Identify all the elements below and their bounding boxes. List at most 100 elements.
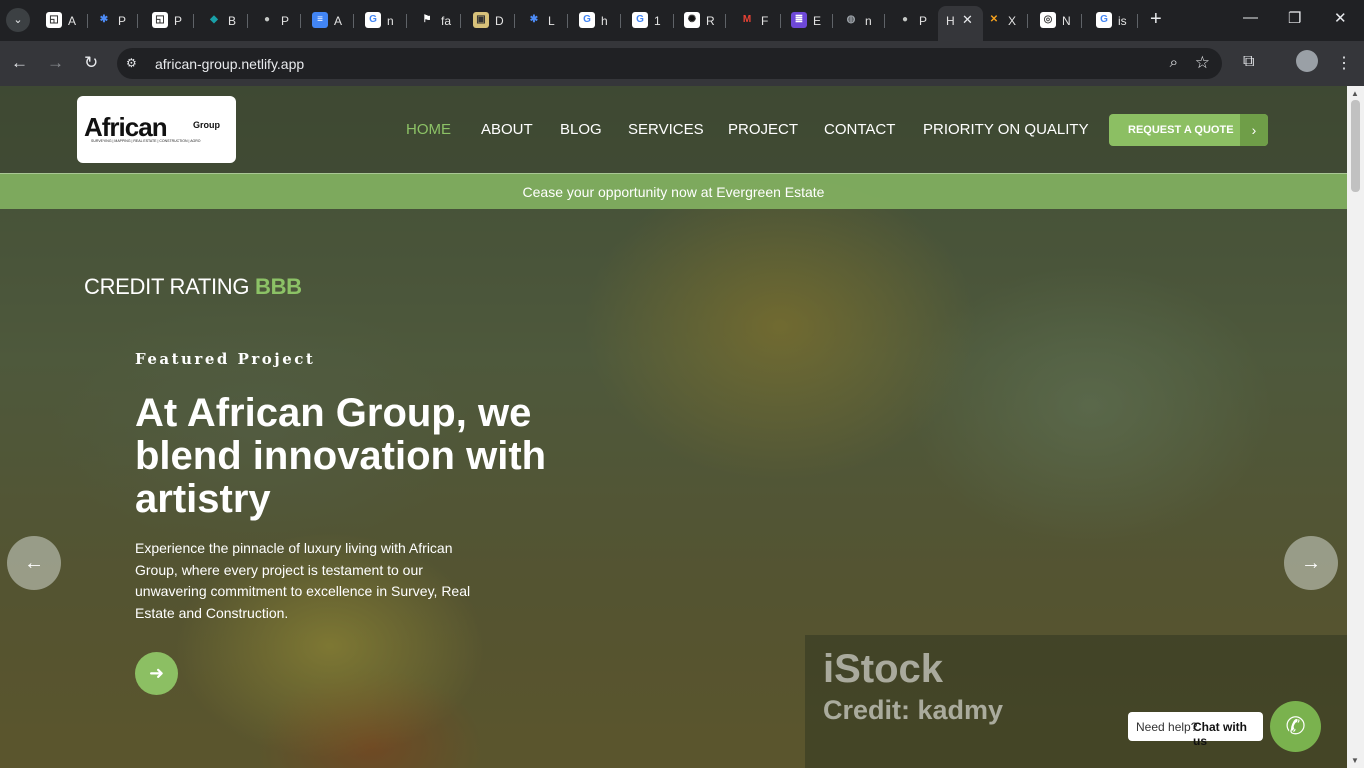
- tab-title: E: [813, 14, 822, 28]
- browser-tab[interactable]: Gh: [571, 6, 621, 35]
- whatsapp-icon[interactable]: ✆: [1270, 701, 1321, 752]
- promo-text[interactable]: Cease your opportunity now at Evergreen …: [0, 184, 1347, 200]
- reload-button[interactable]: ↻: [84, 53, 98, 73]
- browser-toolbar: ← → ↻ ⚙ african-group.netlify.app ⌕ ☆ ⧉ …: [0, 41, 1364, 86]
- browser-tab[interactable]: H ✕: [938, 6, 983, 41]
- tab-separator: [1137, 14, 1138, 28]
- new-tab-button[interactable]: +: [1150, 8, 1162, 30]
- tab-separator: [832, 14, 833, 28]
- nav-about[interactable]: ABOUT: [481, 121, 533, 138]
- nav-home[interactable]: HOME: [406, 121, 451, 138]
- chat-help-bubble[interactable]: Need help? Chat with us: [1128, 712, 1263, 748]
- help-action[interactable]: Chat with us: [1193, 720, 1263, 748]
- google-icon: G: [365, 12, 381, 28]
- close-window-button[interactable]: ✕: [1334, 9, 1347, 27]
- nav-services[interactable]: SERVICES: [628, 121, 704, 138]
- tab-title: R: [706, 14, 715, 28]
- browser-tab[interactable]: ◍ n: [835, 6, 885, 35]
- address-bar[interactable]: ⚙ african-group.netlify.app ⌕ ☆: [117, 48, 1222, 79]
- nav-project[interactable]: PROJECT: [728, 121, 798, 138]
- site-info-icon[interactable]: ⚙: [126, 55, 142, 71]
- chevron-right-icon: ›: [1240, 114, 1268, 146]
- browser-tab[interactable]: ≡ A: [304, 6, 354, 35]
- carousel-next-button[interactable]: →: [1284, 536, 1338, 590]
- tab-title: D: [495, 14, 504, 28]
- tab-title: P: [919, 14, 928, 28]
- page-scrollbar[interactable]: ▲ ▼: [1347, 86, 1364, 768]
- github-icon: ●: [263, 14, 271, 25]
- tab-separator: [193, 14, 194, 28]
- nav-priority-on-quality[interactable]: PRIORITY ON QUALITY: [923, 121, 1089, 138]
- globe-icon: ◍: [846, 14, 856, 25]
- tab-title: F: [761, 14, 769, 28]
- tab-title: P: [174, 14, 183, 28]
- browser-tab[interactable]: Gn: [357, 6, 407, 35]
- profile-avatar[interactable]: [1296, 50, 1318, 72]
- tab-separator: [137, 14, 138, 28]
- tab-separator: [884, 14, 885, 28]
- browser-tab[interactable]: ⚑ fa: [411, 6, 461, 35]
- browser-tab[interactable]: G1: [624, 6, 674, 35]
- tab-separator: [780, 14, 781, 28]
- page-viewport: African Group SURVEYING | MAPPING | REAL…: [0, 86, 1347, 768]
- tab-title: n: [865, 14, 872, 28]
- tab-separator: [460, 14, 461, 28]
- bookmark-star-icon[interactable]: ☆: [1195, 53, 1210, 73]
- scroll-down-icon[interactable]: ▼: [1351, 756, 1359, 765]
- istock-watermark: iStock Credit: kadmy: [805, 635, 1347, 768]
- tab-title: A: [334, 14, 343, 28]
- watermark-brand: iStock: [823, 647, 944, 691]
- docs-icon: ≡: [312, 12, 328, 28]
- chrome-icon: ◎: [1040, 12, 1056, 28]
- gmail-icon: M: [742, 14, 752, 25]
- zoom-icon[interactable]: ⌕: [1170, 54, 1178, 71]
- featured-label: Featured Project: [135, 350, 316, 368]
- tab-search-button[interactable]: ⌄: [6, 8, 30, 32]
- watermark-credit: Credit: kadmy: [823, 695, 1004, 725]
- extensions-icon[interactable]: ⧉: [1243, 53, 1254, 71]
- nav-blog[interactable]: BLOG: [560, 121, 602, 138]
- lock-icon: ▣: [473, 12, 489, 28]
- promo-banner[interactable]: Cease your opportunity now at Evergreen …: [0, 173, 1347, 209]
- hero-arrow-button[interactable]: ➜: [135, 652, 178, 695]
- menu-kebab-icon[interactable]: ⋮: [1336, 53, 1352, 73]
- tab-title: H: [946, 14, 955, 28]
- tab-separator: [406, 14, 407, 28]
- tab-separator: [725, 14, 726, 28]
- github-icon: ●: [901, 14, 909, 25]
- tab-separator: [1027, 14, 1028, 28]
- browser-tab[interactable]: ● P: [251, 6, 301, 35]
- minimize-button[interactable]: —: [1243, 9, 1258, 26]
- site-logo[interactable]: African Group SURVEYING | MAPPING | REAL…: [77, 96, 236, 163]
- forward-button[interactable]: →: [47, 53, 64, 73]
- browser-tab[interactable]: ◱ P: [144, 6, 194, 35]
- browser-tab[interactable]: ▣ D: [465, 6, 515, 35]
- google-icon: G: [1096, 12, 1112, 28]
- browser-tab[interactable]: Gis: [1088, 6, 1138, 35]
- tab-title: N: [1062, 14, 1071, 28]
- browser-tab[interactable]: ◆ B: [198, 6, 248, 35]
- browser-tab[interactable]: MF: [731, 6, 781, 35]
- back-button[interactable]: ←: [11, 53, 28, 73]
- browser-tab[interactable]: ◱ A: [38, 6, 88, 35]
- tab-title: P: [118, 14, 127, 28]
- tab-separator: [247, 14, 248, 28]
- browser-tab[interactable]: ✕ X: [978, 6, 1028, 35]
- browser-tab[interactable]: ≣ E: [783, 6, 833, 35]
- carousel-prev-button[interactable]: ←: [7, 536, 61, 590]
- openai-icon: ✺: [684, 12, 700, 28]
- tab-title: X: [1008, 14, 1017, 28]
- scrollbar-thumb[interactable]: [1351, 100, 1360, 192]
- restore-button[interactable]: ❐: [1288, 9, 1301, 27]
- nav-contact[interactable]: CONTACT: [824, 121, 895, 138]
- doc-icon: ◱: [152, 12, 168, 28]
- close-tab-icon[interactable]: ✕: [962, 12, 973, 28]
- browser-tab[interactable]: ✱ L: [518, 6, 568, 35]
- browser-tab[interactable]: ◎ N: [1032, 6, 1082, 35]
- browser-tab[interactable]: ✱ P: [88, 6, 138, 35]
- request-quote-button[interactable]: REQUEST A QUOTE ›: [1109, 114, 1268, 146]
- browser-tab[interactable]: ✺ R: [676, 6, 726, 35]
- scroll-up-icon[interactable]: ▲: [1351, 89, 1359, 98]
- browser-tab[interactable]: ● P: [889, 6, 939, 35]
- url-text[interactable]: african-group.netlify.app: [155, 56, 304, 72]
